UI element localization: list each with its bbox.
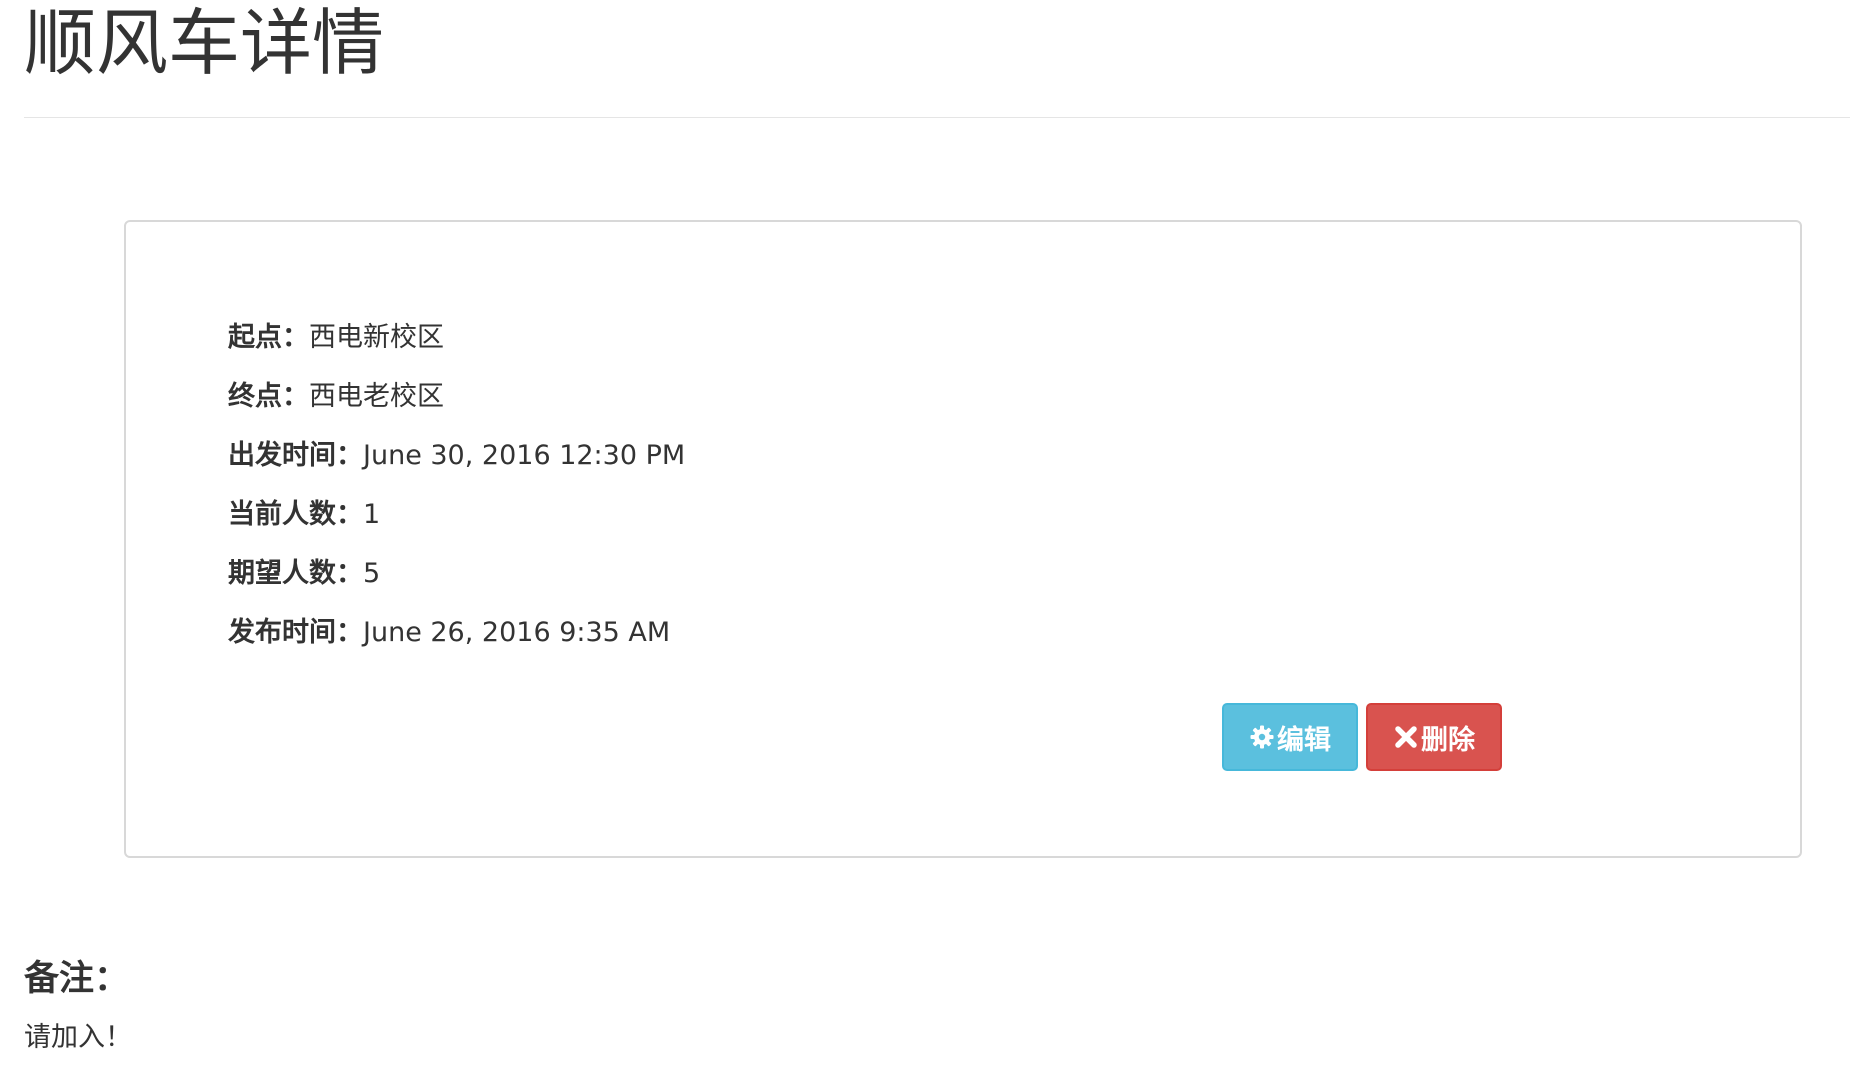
delete-button-label: 删除: [1421, 724, 1475, 756]
expected-count-label: 期望人数：: [228, 558, 363, 589]
delete-button[interactable]: 删除: [1366, 703, 1502, 771]
start-value: 西电新校区: [309, 322, 444, 353]
end-label: 终点：: [228, 381, 309, 412]
gear-icon: [1249, 724, 1275, 750]
expected-count-value: 5: [363, 558, 381, 589]
field-end: 终点：西电老校区: [228, 379, 444, 415]
field-start: 起点：西电新校区: [228, 320, 444, 356]
page-title: 顺风车详情: [24, 1, 385, 85]
current-count-value: 1: [363, 499, 381, 530]
published-time-label: 发布时间：: [228, 617, 363, 648]
field-departure-time: 出发时间：June 30, 2016 12:30 PM: [228, 438, 685, 474]
start-label: 起点：: [228, 322, 309, 353]
close-icon: [1393, 724, 1419, 750]
departure-time-value: June 30, 2016 12:30 PM: [363, 440, 686, 471]
field-published-time: 发布时间：June 26, 2016 9:35 AM: [228, 615, 670, 651]
edit-button-label: 编辑: [1277, 724, 1331, 756]
notes-heading: 备注：: [24, 959, 130, 999]
field-current-count: 当前人数：1: [228, 497, 380, 533]
departure-time-label: 出发时间：: [228, 440, 363, 471]
title-divider: [24, 117, 1850, 118]
ride-detail-panel: 起点：西电新校区 终点：西电老校区 出发时间：June 30, 2016 12:…: [124, 220, 1802, 858]
end-value: 西电老校区: [309, 381, 444, 412]
field-expected-count: 期望人数：5: [228, 556, 380, 592]
notes-text: 请加入！: [24, 1022, 132, 1053]
edit-button[interactable]: 编辑: [1222, 703, 1358, 771]
current-count-label: 当前人数：: [228, 499, 363, 530]
published-time-value: June 26, 2016 9:35 AM: [363, 617, 671, 648]
